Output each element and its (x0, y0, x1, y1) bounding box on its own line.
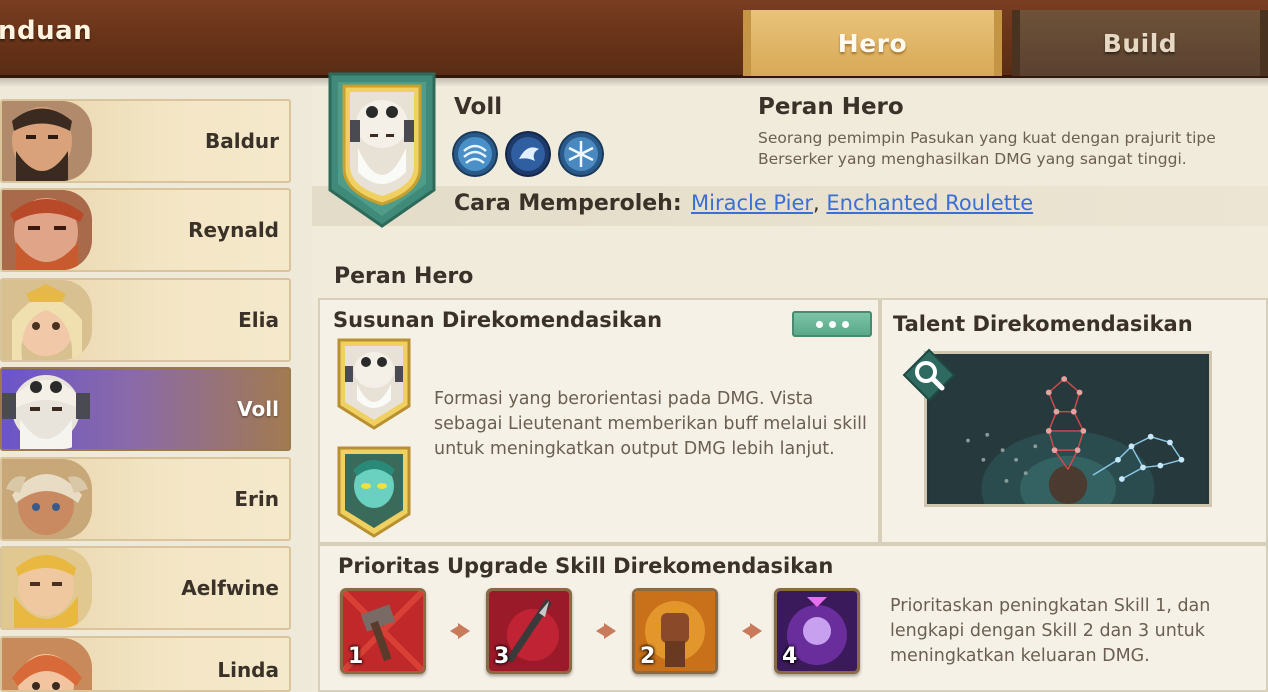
obtain-label: Cara Memperoleh: (454, 191, 682, 216)
tab-build[interactable]: Build (1012, 10, 1268, 76)
link-enchanted-roulette[interactable]: Enchanted Roulette (826, 191, 1033, 215)
hero-list-item-linda[interactable]: Linda (0, 636, 291, 692)
talent-tree-preview[interactable] (924, 351, 1212, 507)
elia-portrait (2, 280, 92, 360)
dot-icon (828, 320, 836, 328)
frost-skill-icon[interactable] (558, 131, 604, 177)
arrow-right-icon (742, 623, 762, 639)
dot-icon (815, 320, 823, 328)
hero-name: Baldur (204, 129, 279, 153)
formation-title: Susunan Direkomendasikan (333, 308, 663, 332)
role-description: Seorang pemimpin Pasukan yang kuat denga… (758, 129, 1216, 168)
hero-name: Aelfwine (181, 576, 279, 600)
arrow-right-icon (450, 623, 470, 639)
link-miracle-pier[interactable]: Miracle Pier (691, 191, 813, 215)
priority-title: Prioritas Upgrade Skill Direkomendasikan (338, 554, 834, 578)
skill-number: 2 (640, 644, 656, 669)
linda-portrait (2, 638, 92, 690)
erin-portrait (2, 459, 92, 539)
baldur-portrait (2, 101, 92, 181)
hero-list-item-aelfwine[interactable]: Aelfwine (0, 546, 291, 630)
aelfwine-portrait (2, 548, 92, 628)
hero-list-item-reynald[interactable]: Reynald (0, 188, 291, 272)
hero-name: Elia (238, 308, 279, 332)
hero-list-item-elia[interactable]: Elia (0, 278, 291, 362)
tab-hero[interactable]: Hero (743, 10, 1002, 76)
hero-list-item-erin[interactable]: Erin (0, 457, 291, 541)
skill-number: 4 (782, 644, 798, 669)
hero-name: Erin (234, 487, 279, 511)
wind-skill-icon[interactable] (452, 131, 498, 177)
page-title: nduan (0, 16, 93, 46)
role-title: Peran Hero (758, 94, 904, 120)
vista-formation-icon[interactable] (335, 444, 413, 540)
storm-skill-icon[interactable] (505, 131, 551, 177)
formation-description: Formasi yang berorientasi pada DMG. Vist… (434, 389, 867, 459)
magnifier-icon[interactable] (902, 348, 956, 402)
dot-icon (841, 320, 849, 328)
hero-name-title: Voll (454, 94, 503, 120)
skill-slot-2[interactable]: 2 (632, 588, 718, 674)
more-options-button[interactable] (792, 311, 872, 337)
reynald-portrait (2, 190, 92, 270)
hero-name: Reynald (188, 218, 279, 242)
hero-name: Linda (217, 658, 279, 682)
hero-name: Voll (237, 397, 279, 421)
talent-title: Talent Direkomendasikan (893, 312, 1193, 336)
voll-portrait (2, 375, 90, 449)
skill-slot-3[interactable]: 3 (486, 588, 572, 674)
skill-number: 3 (494, 644, 510, 669)
hero-list-item-baldur[interactable]: Baldur (0, 99, 291, 183)
skill-slot-1[interactable]: 1 (340, 588, 426, 674)
arrow-right-icon (596, 623, 616, 639)
voll-formation-icon[interactable] (335, 336, 413, 432)
hero-shield-icon (328, 72, 436, 228)
skill-number: 1 (348, 644, 364, 669)
hero-list-item-voll[interactable]: Voll (0, 367, 291, 451)
obtain-links: Miracle Pier, Enchanted Roulette (691, 191, 1033, 215)
priority-description: Prioritaskan peningkatan Skill 1, dan le… (890, 596, 1211, 666)
link-separator: , (813, 191, 820, 215)
skill-slot-4[interactable]: 4 (774, 588, 860, 674)
section-title-role: Peran Hero (334, 264, 474, 289)
